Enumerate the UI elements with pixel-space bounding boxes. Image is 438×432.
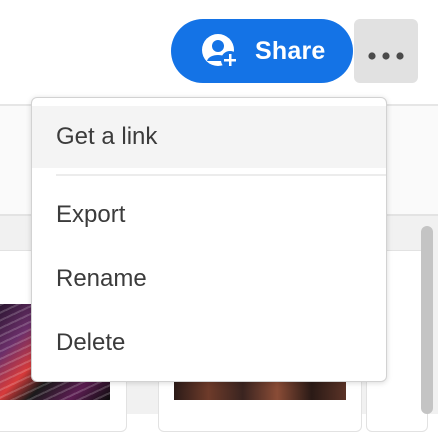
menu-item-delete[interactable]: Delete (32, 311, 386, 375)
menu-item-export[interactable]: Export (32, 183, 386, 247)
scrollbar-thumb[interactable] (421, 226, 433, 414)
more-options-menu: Get a link Export Rename Delete (31, 97, 387, 382)
add-user-icon (201, 33, 243, 71)
menu-item-rename[interactable]: Rename (32, 247, 386, 311)
menu-divider (56, 174, 386, 176)
asset-thumbnail (174, 380, 346, 400)
top-toolbar: Share (0, 0, 438, 106)
menu-item-get-a-link[interactable]: Get a link (32, 106, 386, 168)
more-options-button[interactable] (354, 19, 418, 83)
more-horizontal-icon (368, 47, 404, 60)
share-button[interactable]: Share (171, 19, 353, 83)
share-button-label: Share (255, 37, 326, 65)
